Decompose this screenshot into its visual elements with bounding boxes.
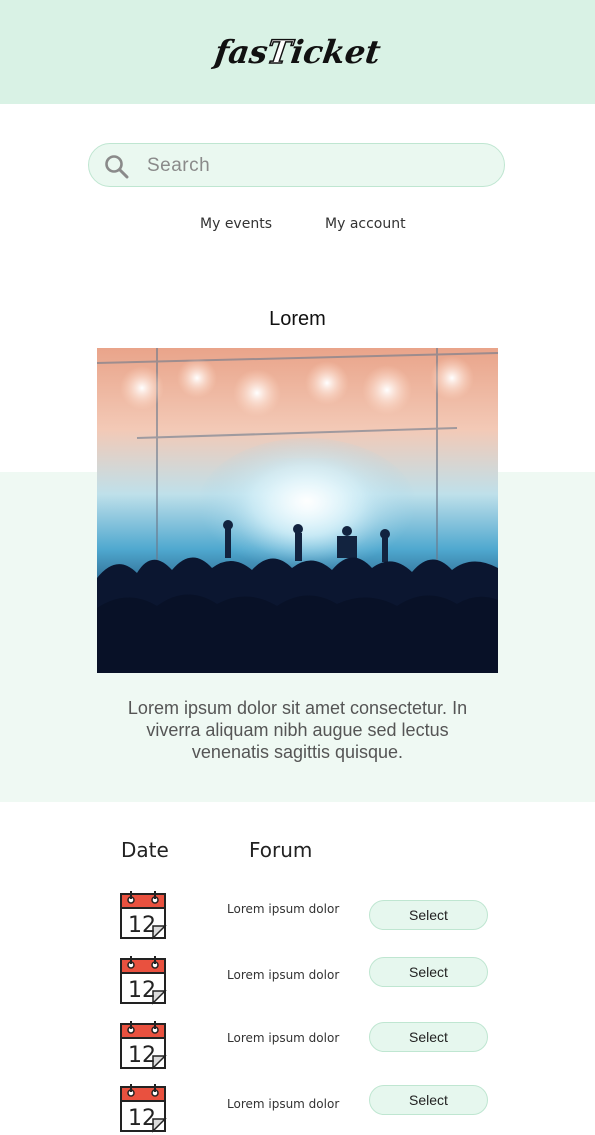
table-row: 12 Lorem ipsum dolor Select [0, 955, 595, 1007]
select-button[interactable]: Select [369, 900, 488, 930]
table-row: 12 Lorem ipsum dolor Select [0, 890, 595, 942]
calendar-icon: 12 [120, 891, 167, 940]
date-column-header: Date [121, 838, 169, 862]
calendar-day: 12 [128, 1043, 156, 1068]
search-input[interactable] [145, 150, 489, 182]
select-button[interactable]: Select [369, 1022, 488, 1052]
calendar-day: 12 [128, 978, 156, 1003]
select-button[interactable]: Select [369, 1085, 488, 1115]
event-title: Lorem [269, 308, 326, 330]
header: fasTicket [0, 0, 595, 104]
select-button[interactable]: Select [369, 957, 488, 987]
calendar-icon: 12 [120, 956, 167, 1005]
table-row: 12 Lorem ipsum dolor Select [0, 1083, 595, 1135]
row-forum-text: Lorem ipsum dolor [227, 1097, 340, 1111]
calendar-day: 12 [128, 1106, 156, 1131]
search-bar[interactable] [88, 143, 505, 187]
row-forum-text: Lorem ipsum dolor [227, 902, 340, 916]
event-description: Lorem ipsum dolor sit amet consectetur. … [127, 698, 468, 762]
row-forum-text: Lorem ipsum dolor [227, 968, 340, 982]
logo-text-end: icket [288, 33, 383, 71]
nav-links: My events My account [0, 216, 595, 236]
search-icon[interactable] [103, 153, 131, 181]
logo[interactable]: fasTicket [212, 32, 383, 72]
table-row: 12 Lorem ipsum dolor Select [0, 1020, 595, 1072]
logo-text-start: fas [212, 33, 271, 71]
calendar-icon: 12 [120, 1021, 167, 1070]
nav-my-events[interactable]: My events [200, 216, 272, 232]
row-forum-text: Lorem ipsum dolor [227, 1031, 340, 1045]
nav-my-account[interactable]: My account [325, 216, 406, 232]
event-image[interactable] [97, 348, 498, 673]
calendar-day: 12 [128, 913, 156, 938]
concert-photo [97, 348, 498, 673]
calendar-icon: 12 [120, 1084, 167, 1133]
forum-column-header: Forum [249, 838, 313, 862]
